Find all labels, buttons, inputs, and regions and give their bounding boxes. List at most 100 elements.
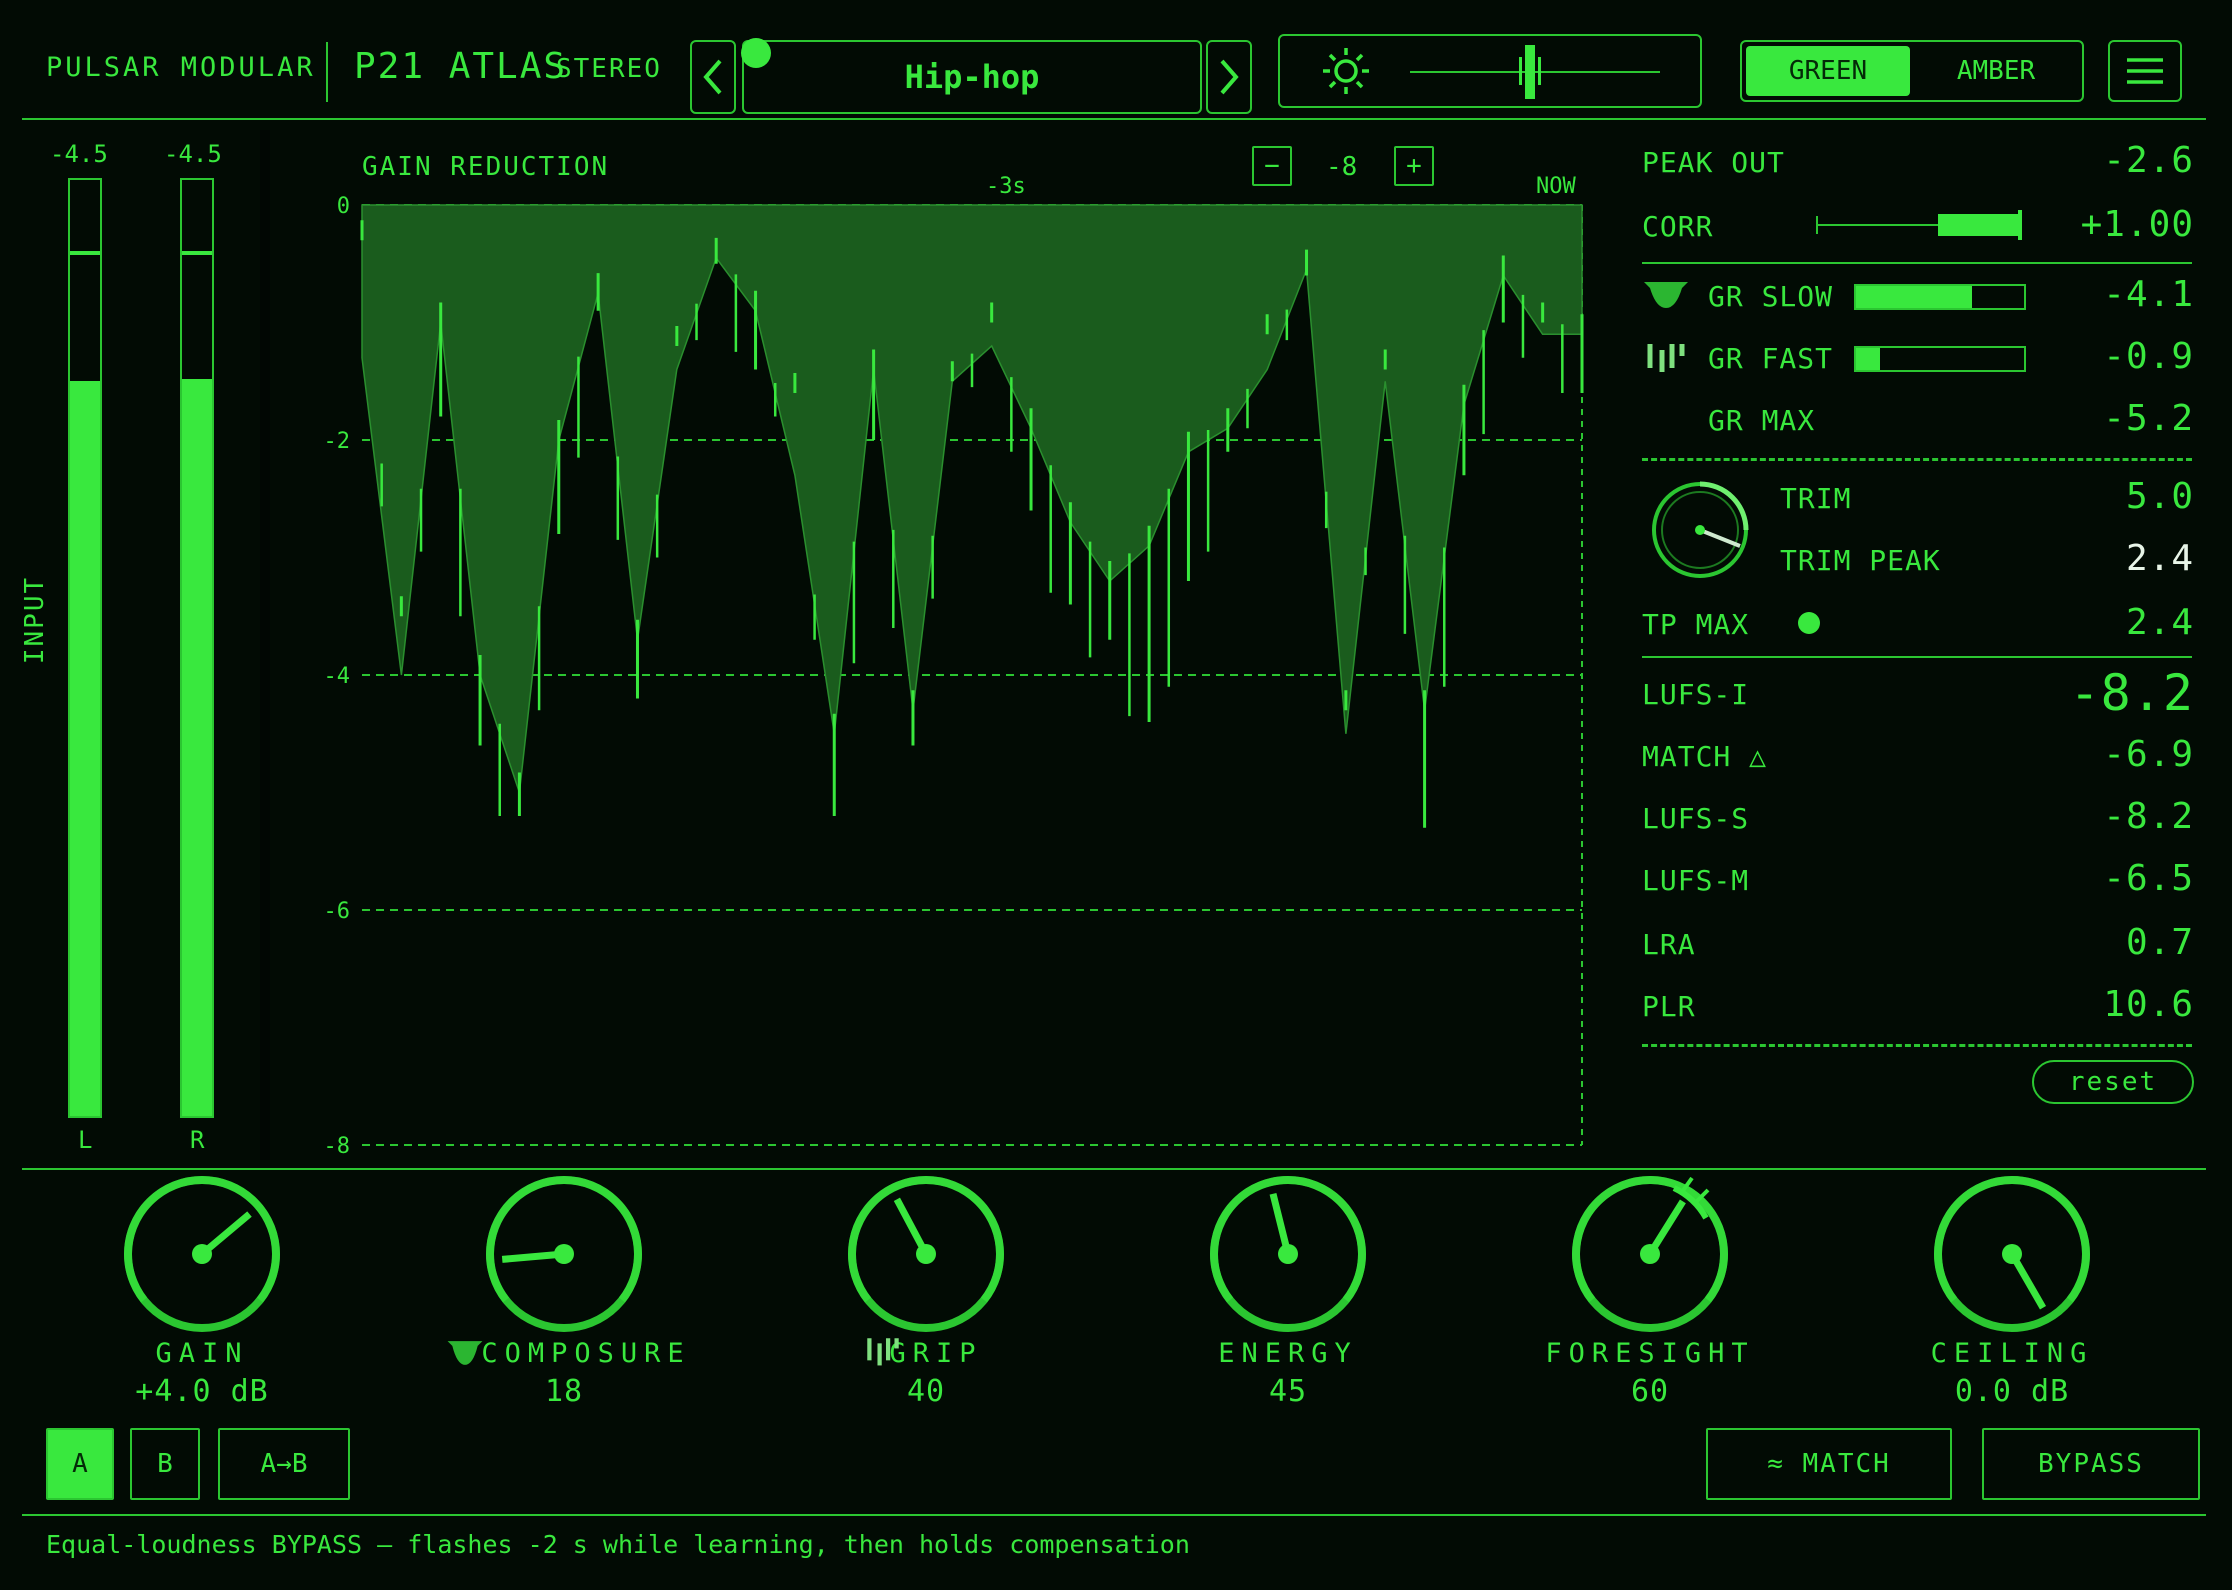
brand-label: PULSAR MODULAR [46, 52, 316, 83]
gr-fast-label: GR FAST [1708, 342, 1834, 375]
bypass-button-label: BYPASS [2038, 1449, 2144, 1479]
product-name: P21 ATLAS [354, 46, 568, 87]
right-meter-peak-hold [182, 250, 212, 255]
corr-label: CORR [1642, 210, 1714, 243]
theme-amber-button[interactable]: AMBER [1914, 46, 2078, 96]
lra-label: LRA [1642, 928, 1696, 961]
zoom-plus-glyph: + [1406, 151, 1422, 181]
corr-meter-end-tick [2018, 210, 2022, 240]
preset-modified-dot [741, 38, 771, 68]
hamburger-menu-icon [2127, 58, 2163, 84]
right-meter-fill [182, 379, 212, 1116]
bypass-button[interactable]: BYPASS [1982, 1428, 2200, 1500]
y-tick-label: 0 [337, 194, 350, 219]
right-meter [180, 178, 214, 1118]
preset-name: Hip-hop [904, 58, 1040, 96]
gr-max-value: -5.2 [2103, 398, 2194, 439]
tp-max-indicator-dot [1798, 612, 1820, 634]
reset-label: reset [2068, 1067, 2158, 1097]
knob-dial[interactable] [846, 1172, 1006, 1332]
trim-knob[interactable] [1648, 478, 1752, 582]
readout-divider-3 [1642, 656, 2192, 658]
match-button[interactable]: ≈ MATCH [1706, 1428, 1952, 1500]
gr-fast-meter-fill [1856, 348, 1880, 370]
knob-foresight-label: FORESIGHT [1545, 1338, 1755, 1369]
brand-divider [326, 42, 328, 102]
input-title: INPUT [20, 575, 50, 665]
gr-fast-meter [1854, 346, 2026, 372]
theme-green-button[interactable]: GREEN [1746, 46, 1910, 96]
trim-peak-label: TRIM PEAK [1780, 544, 1941, 577]
lufs-s-label: LUFS-S [1642, 802, 1750, 835]
input-meter-panel [22, 130, 270, 1160]
knob-ceiling[interactable] [1932, 1172, 2092, 1332]
knob-grip-label: GRIP [889, 1338, 983, 1369]
knob-dial[interactable] [1932, 1172, 2092, 1332]
chevron-right-icon [1220, 59, 1239, 95]
knob-grip[interactable] [846, 1172, 1006, 1332]
grip-icon [867, 1338, 899, 1366]
readout-divider-1 [1642, 262, 2192, 264]
brightness-slider-track[interactable] [1410, 45, 1660, 99]
knob-composure[interactable] [484, 1172, 644, 1332]
trim-peak-value: 2.4 [2125, 538, 2194, 579]
readout-divider-2 [1642, 458, 2192, 461]
knob-dial[interactable] [122, 1172, 282, 1332]
lufs-m-label: LUFS-M [1642, 864, 1750, 897]
corr-meter [1816, 210, 2022, 240]
tp-max-value: 2.4 [2125, 602, 2194, 643]
knob-dial[interactable] [1208, 1172, 1368, 1332]
left-meter-fill [70, 381, 100, 1116]
y-tick-label: -8 [324, 1134, 351, 1159]
gr-max-label: GR MAX [1708, 404, 1816, 437]
slot-b-label: B [157, 1449, 173, 1479]
brightness-control[interactable] [1278, 34, 1702, 108]
menu-button[interactable] [2108, 40, 2182, 102]
match-button-label: ≈ MATCH [1767, 1449, 1891, 1479]
composure-icon [1644, 282, 1688, 308]
peak-out-value: -2.6 [2103, 140, 2194, 181]
gr-slow-value: -4.1 [2103, 274, 2194, 315]
slot-a-label: A [72, 1449, 88, 1479]
gain-reduction-chart: 0 -2 -4 -6 -8 [324, 194, 1584, 1159]
y-tick-label: -4 [324, 664, 351, 689]
reset-button[interactable]: reset [2032, 1060, 2194, 1104]
lra-value: 0.7 [2125, 922, 2194, 963]
knob-energy-label: ENERGY [1218, 1338, 1358, 1369]
knob-dial[interactable] [484, 1172, 644, 1332]
right-peak-readout: -4.5 [164, 140, 222, 168]
preset-next-button[interactable] [1206, 40, 1252, 114]
lufs-i-label: LUFS-I [1642, 678, 1750, 711]
readout-divider-4 [1642, 1044, 2192, 1047]
slot-a-button[interactable]: A [46, 1428, 114, 1500]
slot-b-button[interactable]: B [130, 1428, 200, 1500]
trim-label: TRIM [1780, 482, 1852, 515]
knob-ceiling-label: CEILING [1930, 1338, 2094, 1369]
gr-slow-area [361, 204, 1583, 793]
knob-energy[interactable] [1208, 1172, 1368, 1332]
grip-icon [1647, 344, 1685, 372]
body-divider [22, 1168, 2206, 1170]
knob-grip-value: 40 [906, 1374, 946, 1409]
knob-dial[interactable] [1570, 1172, 1730, 1332]
zoom-minus-glyph: − [1264, 151, 1280, 181]
y-tick-label: -2 [324, 429, 351, 454]
copy-a-to-b-button[interactable]: A→B [218, 1428, 350, 1500]
corr-meter-fill [1938, 214, 2020, 236]
composure-icon [447, 1341, 483, 1365]
lufs-i-value: -8.2 [2069, 664, 2194, 722]
copy-a-to-b-label: A→B [260, 1449, 308, 1479]
corr-value: +1.00 [2080, 204, 2194, 245]
right-meter-label: R [190, 1126, 205, 1154]
preset-selector[interactable]: Hip-hop [742, 40, 1202, 114]
trim-value: 5.0 [2125, 476, 2194, 517]
sun-icon [1323, 48, 1369, 94]
footer-divider [22, 1514, 2206, 1516]
knob-gain-label: GAIN [155, 1338, 249, 1369]
knob-foresight[interactable] [1570, 1172, 1730, 1332]
knob-gain[interactable] [122, 1172, 282, 1332]
tp-max-label: TP MAX [1642, 608, 1750, 641]
preset-prev-button[interactable] [690, 40, 736, 114]
knob-gain-value: +4.0 dB [135, 1374, 269, 1409]
brightness-slider-thumb-line [1519, 57, 1541, 85]
